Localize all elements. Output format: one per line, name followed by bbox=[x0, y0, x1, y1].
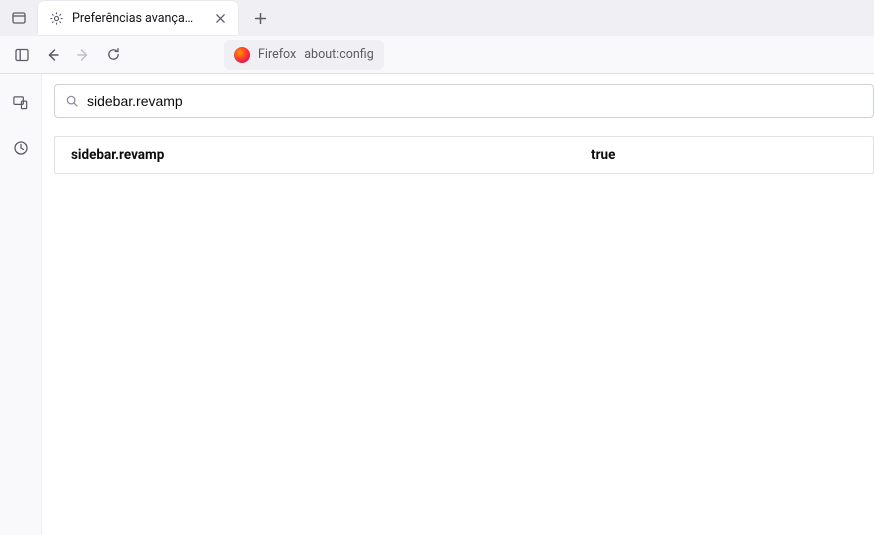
window-menu-button[interactable] bbox=[8, 7, 30, 29]
nav-toolbar: Firefox about:config bbox=[0, 36, 874, 74]
new-tab-button[interactable] bbox=[246, 4, 274, 32]
sidebar-toggle-button[interactable] bbox=[7, 40, 37, 70]
sidebar-item-history[interactable] bbox=[7, 134, 35, 162]
tab-label: Preferências avançadas bbox=[72, 11, 200, 26]
about-config-content: sidebar.revamp true bbox=[42, 74, 874, 535]
tab-active[interactable]: Preferências avançadas bbox=[38, 1, 238, 35]
close-tab-button[interactable] bbox=[210, 8, 230, 28]
pref-search-box[interactable] bbox=[54, 84, 874, 118]
url-text: about:config bbox=[304, 47, 373, 62]
url-bar[interactable]: Firefox about:config bbox=[224, 40, 384, 70]
pref-search-input[interactable] bbox=[87, 93, 863, 109]
firefox-icon bbox=[234, 47, 250, 63]
pref-results: sidebar.revamp true bbox=[54, 136, 874, 174]
identity-label: Firefox bbox=[258, 47, 296, 62]
search-icon bbox=[65, 94, 79, 108]
sidebar-item-synced-tabs[interactable] bbox=[7, 88, 35, 116]
pref-value: true bbox=[591, 147, 615, 163]
sidebar bbox=[0, 74, 42, 535]
pref-name: sidebar.revamp bbox=[71, 147, 591, 163]
forward-button[interactable] bbox=[68, 40, 98, 70]
back-button[interactable] bbox=[38, 40, 68, 70]
titlebar: Preferências avançadas bbox=[0, 0, 874, 36]
pref-row[interactable]: sidebar.revamp true bbox=[55, 137, 873, 173]
reload-button[interactable] bbox=[98, 40, 128, 70]
gear-icon bbox=[48, 10, 64, 26]
